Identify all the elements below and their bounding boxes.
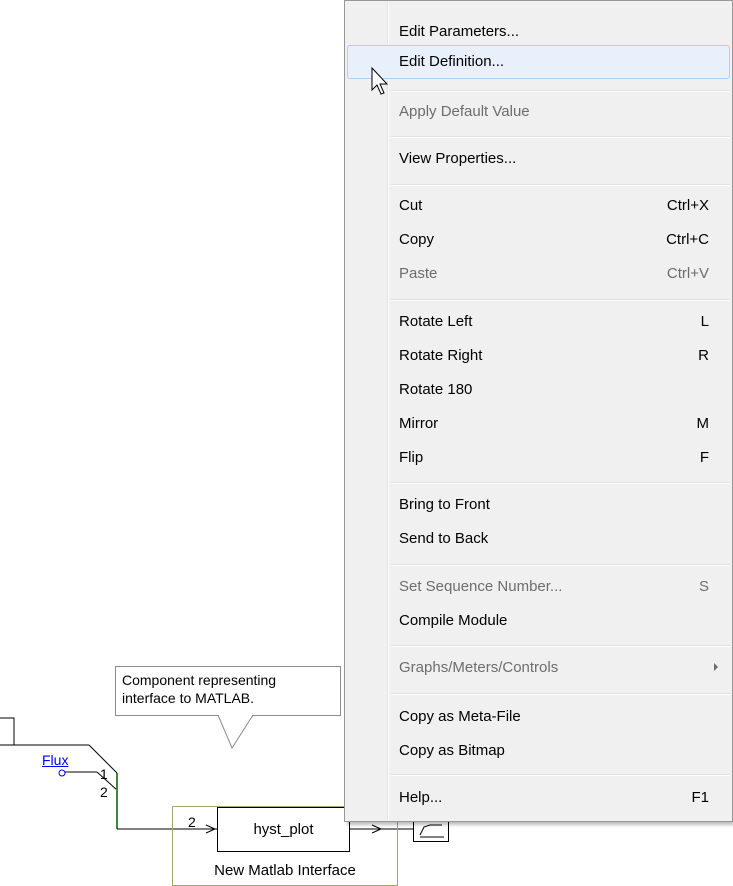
menu-item-rotate-right[interactable]: Rotate Right R <box>347 339 730 373</box>
port-number-2: 2 <box>100 784 108 800</box>
menu-separator <box>391 482 730 484</box>
block-input-number: 2 <box>188 814 196 830</box>
menu-item-paste[interactable]: Paste Ctrl+V <box>347 257 730 291</box>
menu-item-edit-definition[interactable]: Edit Definition... <box>347 45 730 79</box>
menu-separator <box>391 645 730 647</box>
port-number-1: 1 <box>100 766 108 782</box>
menu-item-compile-module[interactable]: Compile Module <box>347 604 730 638</box>
flux-node-icon[interactable] <box>58 769 66 777</box>
menu-item-bring-to-front[interactable]: Bring to Front <box>347 488 730 522</box>
menu-item-flip[interactable]: Flip F <box>347 441 730 475</box>
menu-item-apply-default-value[interactable]: Apply Default Value <box>347 95 730 129</box>
menu-item-help[interactable]: Help... F1 <box>347 781 730 815</box>
menu-separator <box>391 184 730 186</box>
menu-item-rotate-left[interactable]: Rotate Left L <box>347 305 730 339</box>
hyst-plot-label: hyst_plot <box>253 821 314 838</box>
flux-label[interactable]: Flux <box>42 752 68 768</box>
menu-item-graphs-meters-controls[interactable]: Graphs/Meters/Controls <box>347 651 730 685</box>
hyst-plot-box[interactable]: hyst_plot <box>217 807 350 852</box>
menu-item-send-to-back[interactable]: Send to Back <box>347 522 730 556</box>
bus-bracket <box>0 717 15 746</box>
menu-item-mirror[interactable]: Mirror M <box>347 407 730 441</box>
menu-item-copy-as-bitmap[interactable]: Copy as Bitmap <box>347 734 730 768</box>
menu-item-cut[interactable]: Cut Ctrl+X <box>347 189 730 223</box>
menu-separator <box>391 774 730 776</box>
submenu-arrow-icon <box>714 663 718 671</box>
menu-separator <box>391 90 730 92</box>
tooltip-line-1: Component representing <box>122 672 277 688</box>
tooltip-line-2: interface to MATLAB. <box>122 690 255 706</box>
mouse-pointer-icon <box>371 66 389 95</box>
menu-separator <box>391 136 730 138</box>
component-tooltip: Component representing interface to MATL… <box>115 666 341 716</box>
tooltip-pointer <box>217 714 254 750</box>
menu-item-copy-as-meta-file[interactable]: Copy as Meta-File <box>347 700 730 734</box>
menu-item-rotate-180[interactable]: Rotate 180 <box>347 373 730 407</box>
menu-separator <box>391 693 730 695</box>
menu-separator <box>391 299 730 301</box>
context-menu: Edit Parameters... Edit Definition... Ap… <box>344 0 733 822</box>
menu-item-view-properties[interactable]: View Properties... <box>347 142 730 176</box>
matlab-interface-caption: New Matlab Interface <box>214 862 356 879</box>
menu-item-edit-parameters[interactable]: Edit Parameters... <box>347 15 730 49</box>
menu-separator <box>391 564 730 566</box>
menu-item-copy[interactable]: Copy Ctrl+C <box>347 223 730 257</box>
menu-item-set-sequence-number[interactable]: Set Sequence Number... S <box>347 570 730 604</box>
